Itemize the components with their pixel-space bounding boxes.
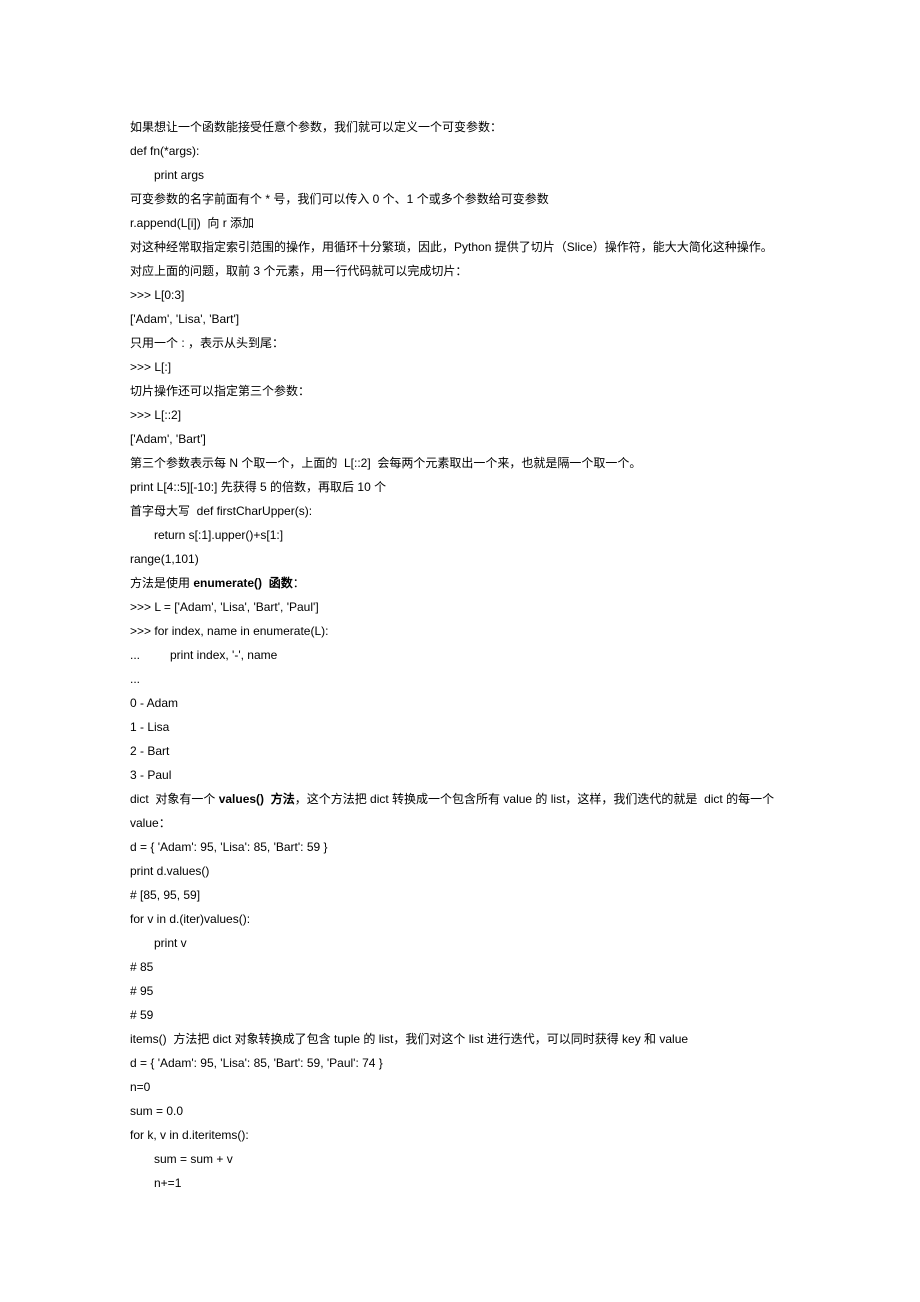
text-line: sum = 0.0 [130, 1099, 790, 1123]
text-line: return s[:1].upper()+s[1:] [130, 523, 790, 547]
plain-text: 方法是使用 [130, 576, 193, 590]
plain-text: dict 对象有一个 [130, 792, 219, 806]
text-line: # 95 [130, 979, 790, 1003]
text-line: print v [130, 931, 790, 955]
text-line: >>> L[::2] [130, 403, 790, 427]
text-line: n=0 [130, 1075, 790, 1099]
text-line: 第三个参数表示每 N 个取一个，上面的 L[::2] 会每两个元素取出一个来，也… [130, 451, 790, 475]
text-line: ... [130, 667, 790, 691]
text-line: 对应上面的问题，取前 3 个元素，用一行代码就可以完成切片： [130, 259, 790, 283]
text-line: ... print index, '-', name [130, 643, 790, 667]
text-line: # 85 [130, 955, 790, 979]
text-line: 0 - Adam [130, 691, 790, 715]
text-line: 如果想让一个函数能接受任意个参数，我们就可以定义一个可变参数： [130, 115, 790, 139]
text-line: ['Adam', 'Bart'] [130, 427, 790, 451]
text-line: r.append(L[i]) 向 r 添加 [130, 211, 790, 235]
bold-text: enumerate() 函数 [193, 576, 292, 590]
text-line: range(1,101) [130, 547, 790, 571]
text-line: >>> L = ['Adam', 'Lisa', 'Bart', 'Paul'] [130, 595, 790, 619]
text-line: >>> L[:] [130, 355, 790, 379]
text-line: # 59 [130, 1003, 790, 1027]
plain-text: ： [293, 576, 305, 590]
text-line: # [85, 95, 59] [130, 883, 790, 907]
text-line: print L[4::5][-10:] 先获得 5 的倍数，再取后 10 个 [130, 475, 790, 499]
text-line: for v in d.(iter)values(): [130, 907, 790, 931]
text-line: 2 - Bart [130, 739, 790, 763]
text-line: >>> L[0:3] [130, 283, 790, 307]
text-line: print d.values() [130, 859, 790, 883]
text-line: 对这种经常取指定索引范围的操作，用循环十分繁琐，因此，Python 提供了切片（… [130, 235, 790, 259]
text-line: items() 方法把 dict 对象转换成了包含 tuple 的 list，我… [130, 1027, 790, 1051]
bold-text: values() 方法 [219, 792, 295, 806]
text-line: dict 对象有一个 values() 方法，这个方法把 dict 转换成一个包… [130, 787, 790, 835]
text-line: sum = sum + v [130, 1147, 790, 1171]
text-line: d = { 'Adam': 95, 'Lisa': 85, 'Bart': 59… [130, 1051, 790, 1075]
text-line: 1 - Lisa [130, 715, 790, 739]
text-line: d = { 'Adam': 95, 'Lisa': 85, 'Bart': 59… [130, 835, 790, 859]
text-line: ['Adam', 'Lisa', 'Bart'] [130, 307, 790, 331]
text-line: 3 - Paul [130, 763, 790, 787]
text-line: 可变参数的名字前面有个 * 号，我们可以传入 0 个、1 个或多个参数给可变参数 [130, 187, 790, 211]
text-line: 切片操作还可以指定第三个参数： [130, 379, 790, 403]
text-line: n+=1 [130, 1171, 790, 1195]
text-line: def fn(*args): [130, 139, 790, 163]
text-line: >>> for index, name in enumerate(L): [130, 619, 790, 643]
text-line: for k, v in d.iteritems(): [130, 1123, 790, 1147]
text-line: 首字母大写 def firstCharUpper(s): [130, 499, 790, 523]
document-page: 如果想让一个函数能接受任意个参数，我们就可以定义一个可变参数：def fn(*a… [0, 0, 920, 1302]
text-line: 只用一个 : ，表示从头到尾： [130, 331, 790, 355]
text-line: print args [130, 163, 790, 187]
text-line: 方法是使用 enumerate() 函数： [130, 571, 790, 595]
